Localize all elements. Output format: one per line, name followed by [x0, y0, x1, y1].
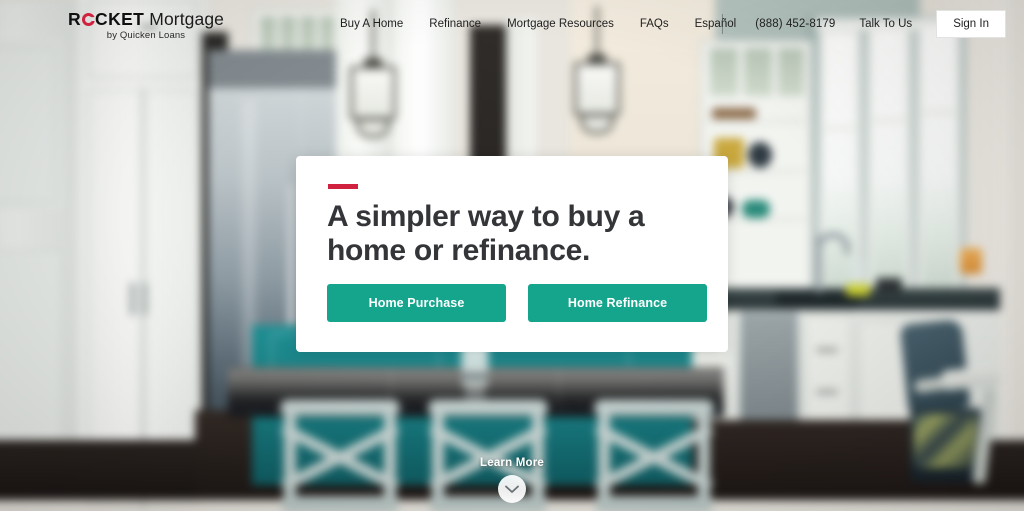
logo-text-cket: CKET: [95, 9, 145, 29]
rocket-o-ring-icon: [82, 13, 95, 26]
learn-more-label: Learn More: [480, 457, 544, 469]
nav-item-mortgage-resources[interactable]: Mortgage Resources: [507, 18, 614, 30]
header-divider: [722, 14, 723, 34]
page-root: R CKET Mortgage by Quicken Loans Buy A Hom…: [0, 0, 1024, 511]
nav-item-faqs[interactable]: FAQs: [640, 18, 669, 30]
sign-in-button[interactable]: Sign In: [936, 10, 1006, 38]
hero-card: A simpler way to buy a home or refinance…: [296, 156, 728, 352]
hero-cta-group: Home Purchase Home Refinance: [327, 284, 707, 322]
page-title: A simpler way to buy a home or refinance…: [327, 200, 645, 268]
phone-number[interactable]: (888) 452-8179: [755, 18, 835, 30]
home-refinance-button[interactable]: Home Refinance: [528, 284, 707, 322]
home-purchase-button[interactable]: Home Purchase: [327, 284, 506, 322]
nav-item-buy-a-home[interactable]: Buy A Home: [340, 18, 403, 30]
nav-item-espanol[interactable]: Español: [695, 18, 737, 30]
logo-text-r: R: [67, 9, 82, 29]
logo-text-mortgage: Mortgage: [149, 9, 225, 29]
site-header: R CKET Mortgage by Quicken Loans Buy A Hom…: [0, 0, 1024, 48]
brand-logo-tagline: by Quicken Loans: [106, 30, 186, 41]
scroll-cue[interactable]: Learn More: [0, 457, 1024, 503]
chevron-down-icon[interactable]: [498, 475, 526, 503]
brand-logo-wordmark: R CKET Mortgage: [46, 9, 246, 29]
accent-bar: [328, 184, 358, 189]
nav-item-refinance[interactable]: Refinance: [429, 18, 481, 30]
primary-navigation: Buy A Home Refinance Mortgage Resources …: [340, 0, 736, 48]
talk-to-us-link[interactable]: Talk To Us: [859, 18, 912, 30]
header-utility-group: (888) 452-8179 Talk To Us Sign In: [755, 0, 1006, 48]
brand-logo[interactable]: R CKET Mortgage by Quicken Loans: [46, 9, 246, 41]
